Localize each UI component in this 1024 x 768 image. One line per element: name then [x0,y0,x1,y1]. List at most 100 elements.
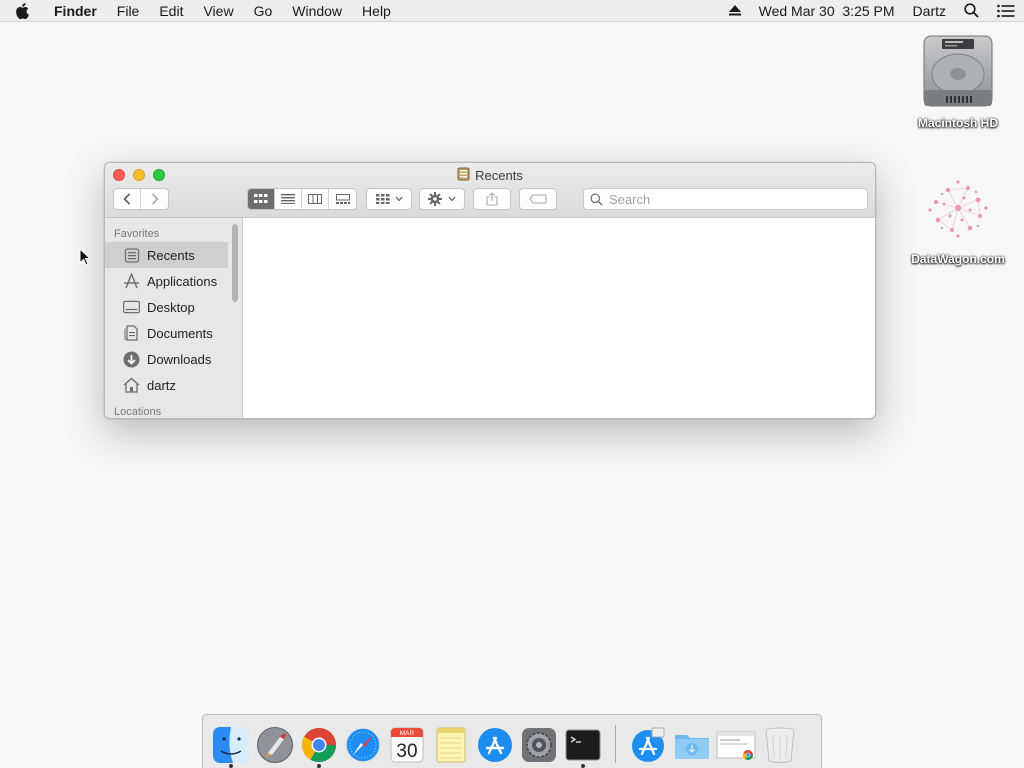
notification-center-icon[interactable] [988,4,1024,18]
menu-edit[interactable]: Edit [149,0,193,22]
mouse-cursor-icon [79,248,91,266]
dock: MAR 30 [202,714,822,768]
sidebar-item-recents[interactable]: Recents [105,242,228,268]
menu-app-name[interactable]: Finder [44,0,107,22]
applications-stack-icon [632,727,665,762]
window-title: Recents [105,167,875,184]
sidebar-item-label: Desktop [147,299,195,315]
desktop-icon [123,299,140,316]
dock-separator [615,725,616,763]
menu-help[interactable]: Help [352,0,401,22]
dock-item-notes[interactable] [429,720,473,768]
finder-icon [213,727,249,763]
sidebar-section-locations: Locations [114,406,162,418]
menu-file[interactable]: File [107,0,150,22]
launchpad-icon [257,727,293,763]
window-toolbar: Recents [105,163,875,218]
sidebar-item-label: Recents [147,247,195,263]
sidebar-item-label: Applications [147,273,218,289]
column-view-button[interactable] [302,189,329,209]
view-mode-control [247,188,357,210]
menu-bar: Finder File Edit View Go Window Help Wed… [0,0,1024,22]
gallery-view-button[interactable] [329,189,356,209]
icon-view-button[interactable] [248,189,275,209]
calendar-month: MAR [400,730,415,737]
menu-go[interactable]: Go [244,0,283,22]
column-view-icon [308,194,322,204]
sidebar-section-favorites: Favorites [114,228,160,240]
sidebar-item-label: Downloads [147,351,212,367]
user-menu[interactable]: Dartz [904,0,955,22]
sidebar-item-label: Documents [147,325,213,341]
sidebar-item-desktop[interactable]: Desktop [105,294,242,320]
recents-icon [457,167,470,184]
dock-item-chrome[interactable] [297,720,341,768]
chrome-icon [302,728,336,762]
finder-window: Recents Search Favorites Recents Applica… [104,162,876,419]
menu-view[interactable]: View [193,0,243,22]
dock-item-system-preferences[interactable] [517,720,561,768]
spotlight-search-icon[interactable] [955,3,988,18]
downloads-stack-icon [675,735,709,759]
chevron-left-icon [123,193,131,205]
file-browser-content[interactable] [243,218,875,418]
dock-item-trash[interactable] [758,720,802,768]
dock-item-calendar[interactable]: MAR 30 [385,720,429,768]
sidebar-item-downloads[interactable]: Downloads [105,346,242,372]
share-icon [486,192,498,206]
chevron-down-icon [395,196,402,202]
menu-window[interactable]: Window [282,0,352,22]
chevron-right-icon [151,193,159,205]
search-field[interactable] [583,188,868,210]
eject-icon[interactable] [720,5,750,16]
action-menu-button[interactable] [419,188,465,210]
dock-item-launchpad[interactable] [253,720,297,768]
calendar-icon: MAR 30 [390,727,424,763]
back-button[interactable] [114,189,141,209]
document-thumbnail-icon [716,731,756,760]
app-store-icon [478,728,512,762]
desktop-icon-datawagon[interactable]: DataWagon.com [903,170,1013,266]
hard-drive-icon [923,35,993,107]
group-grid-icon [375,194,389,204]
applications-icon [123,273,140,290]
downloads-icon [123,351,140,368]
list-view-button[interactable] [275,189,302,209]
dock-item-applications-folder[interactable] [626,720,670,768]
sidebar-item-label: dartz [147,377,176,393]
sidebar-item-applications[interactable]: Applications [105,268,242,294]
search-icon [590,192,603,206]
group-by-button[interactable] [366,188,412,210]
dock-item-downloads-folder[interactable] [670,720,714,768]
recents-icon [123,247,140,264]
desktop-icon-macintosh-hd[interactable]: Macintosh HD [903,32,1013,130]
system-preferences-icon [522,728,556,762]
back-forward-control [113,188,169,210]
dock-item-recent-document[interactable] [714,720,758,768]
clock[interactable]: Wed Mar 30 3:25 PM [750,0,904,22]
dock-item-terminal[interactable] [561,720,605,768]
safari-icon [345,727,381,763]
apple-menu-icon[interactable] [0,2,44,19]
sidebar-scrollbar[interactable] [232,224,238,302]
gallery-view-icon [335,194,350,204]
sidebar-item-dartz[interactable]: dartz [105,372,242,398]
dock-item-app-store[interactable] [473,720,517,768]
forward-button[interactable] [141,189,168,209]
search-input[interactable] [609,191,859,207]
tag-icon [529,194,547,204]
sidebar-item-documents[interactable]: Documents [105,320,242,346]
share-button[interactable] [473,188,511,210]
terminal-icon [565,729,601,761]
documents-icon [123,325,140,342]
icon-view-icon [254,194,268,203]
notes-icon [436,727,466,763]
calendar-day: 30 [396,741,417,762]
home-icon [123,377,140,394]
dock-item-safari[interactable] [341,720,385,768]
edit-tags-button[interactable] [519,188,557,210]
list-view-icon [281,194,295,204]
datawagon-logo-icon [928,180,988,238]
trash-icon [765,727,795,763]
dock-item-finder[interactable] [209,720,253,768]
